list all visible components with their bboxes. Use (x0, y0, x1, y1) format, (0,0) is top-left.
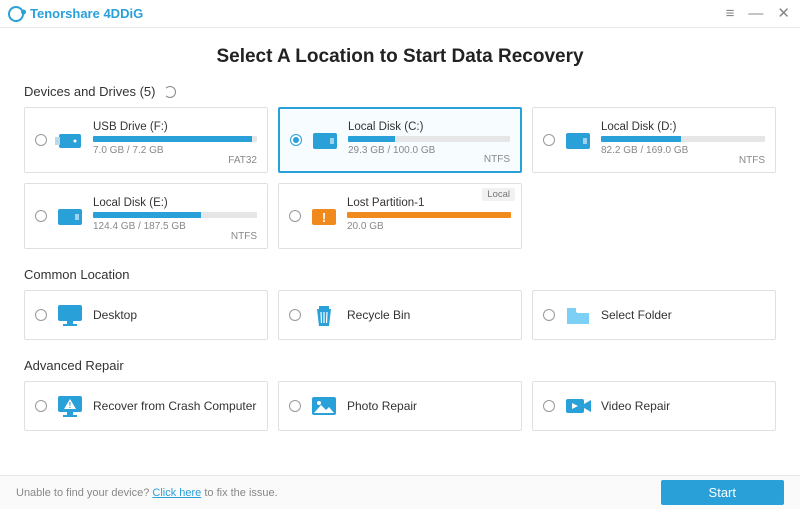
drive-body: Local Disk (E:) 124.4 GB / 187.5 GB (93, 197, 257, 232)
drive-card[interactable]: USB Drive (F:) 7.0 GB / 7.2 GB FAT32 (24, 107, 268, 173)
drive-card[interactable]: Local Disk (E:) 124.4 GB / 187.5 GB NTFS (24, 183, 268, 249)
location-label: Photo Repair (347, 399, 417, 413)
desktop-icon (55, 302, 85, 328)
folder-icon (563, 302, 593, 328)
radio-icon[interactable] (289, 309, 301, 321)
usb-drive-icon (55, 128, 85, 152)
location-label: Video Repair (601, 399, 670, 413)
drive-filesystem: NTFS (231, 231, 257, 242)
drive-bar (601, 136, 765, 142)
location-label: Recover from Crash Computer (93, 399, 256, 413)
radio-icon[interactable] (543, 400, 555, 412)
common-header-label: Common Location (24, 267, 130, 282)
location-card[interactable]: Desktop (24, 290, 268, 340)
svg-text:!: ! (322, 210, 326, 225)
drive-card[interactable]: Local Disk (C:) 29.3 GB / 100.0 GB NTFS (278, 107, 522, 173)
location-label: Select Folder (601, 308, 672, 322)
crash-icon: ! (55, 393, 85, 419)
drive-usage: 20.0 GB (347, 221, 511, 232)
drives-grid: USB Drive (F:) 7.0 GB / 7.2 GB FAT32 Loc… (24, 107, 776, 249)
close-icon[interactable]: ✕ (777, 6, 790, 21)
drive-card[interactable]: Local Disk (D:) 82.2 GB / 169.0 GB NTFS (532, 107, 776, 173)
advanced-grid: ! Recover from Crash Computer Photo Repa… (24, 381, 776, 431)
drive-filesystem: NTFS (739, 155, 765, 166)
disk-drive-icon (563, 128, 593, 152)
advanced-section-header: Advanced Repair (24, 358, 776, 373)
drive-name: Local Disk (D:) (601, 121, 765, 133)
menu-icon[interactable]: ≡ (726, 6, 735, 21)
drive-bar (93, 136, 257, 142)
radio-icon[interactable] (543, 309, 555, 321)
drive-badge: Local (482, 188, 515, 201)
drive-body: Lost Partition-1 20.0 GB (347, 197, 511, 232)
radio-icon[interactable] (289, 210, 301, 222)
page-title: Select A Location to Start Data Recovery (0, 46, 800, 68)
devices-section-header: Devices and Drives (5) (24, 84, 776, 99)
radio-icon[interactable] (35, 309, 47, 321)
location-card[interactable]: ! Recover from Crash Computer (24, 381, 268, 431)
start-button[interactable]: Start (661, 480, 784, 505)
brand-text: Tenorshare 4DDiG (30, 6, 143, 21)
brand-logo-icon (5, 3, 27, 25)
common-grid: Desktop Recycle Bin Select Folder (24, 290, 776, 340)
drive-usage: 82.2 GB / 169.0 GB (601, 145, 765, 156)
drive-name: USB Drive (F:) (93, 121, 257, 133)
disk-drive-icon (55, 204, 85, 228)
footer-link[interactable]: Click here (152, 487, 201, 499)
location-card[interactable]: Photo Repair (278, 381, 522, 431)
drive-filesystem: FAT32 (228, 155, 257, 166)
drive-bar (348, 136, 510, 142)
drive-body: Local Disk (C:) 29.3 GB / 100.0 GB (348, 121, 510, 156)
radio-icon[interactable] (543, 134, 555, 146)
radio-icon[interactable] (289, 400, 301, 412)
radio-icon[interactable] (35, 210, 47, 222)
recycle-icon (309, 302, 339, 328)
location-card[interactable]: Recycle Bin (278, 290, 522, 340)
drive-name: Local Disk (E:) (93, 197, 257, 209)
video-icon (563, 393, 593, 419)
radio-icon[interactable] (35, 134, 47, 146)
location-label: Recycle Bin (347, 308, 410, 322)
drive-name: Local Disk (C:) (348, 121, 510, 133)
footer-help-text: Unable to find your device? Click here t… (16, 487, 278, 499)
drive-bar (347, 212, 511, 218)
minimize-icon[interactable]: — (748, 6, 763, 21)
svg-text:!: ! (69, 401, 72, 410)
brand: Tenorshare 4DDiG (8, 6, 143, 22)
drive-filesystem: NTFS (484, 154, 510, 165)
advanced-header-label: Advanced Repair (24, 358, 124, 373)
photo-icon (309, 393, 339, 419)
radio-icon[interactable] (35, 400, 47, 412)
location-label: Desktop (93, 308, 137, 322)
location-card[interactable]: Video Repair (532, 381, 776, 431)
footer-prefix: Unable to find your device? (16, 487, 152, 499)
drive-body: USB Drive (F:) 7.0 GB / 7.2 GB (93, 121, 257, 156)
footer-suffix: to fix the issue. (201, 487, 277, 499)
lost-drive-icon: ! (309, 204, 339, 228)
drive-usage: 7.0 GB / 7.2 GB (93, 145, 257, 156)
footer-bar: Unable to find your device? Click here t… (0, 475, 800, 509)
radio-icon[interactable] (290, 134, 302, 146)
window-controls: ≡ — ✕ (726, 6, 790, 21)
disk-drive-icon (310, 128, 340, 152)
location-card[interactable]: Select Folder (532, 290, 776, 340)
drive-bar (93, 212, 257, 218)
drive-usage: 124.4 GB / 187.5 GB (93, 221, 257, 232)
drive-body: Local Disk (D:) 82.2 GB / 169.0 GB (601, 121, 765, 156)
drive-card[interactable]: ! Lost Partition-1 20.0 GB Local (278, 183, 522, 249)
refresh-icon[interactable] (164, 86, 176, 98)
titlebar: Tenorshare 4DDiG ≡ — ✕ (0, 0, 800, 28)
devices-header-label: Devices and Drives (5) (24, 84, 156, 99)
common-section-header: Common Location (24, 267, 776, 282)
